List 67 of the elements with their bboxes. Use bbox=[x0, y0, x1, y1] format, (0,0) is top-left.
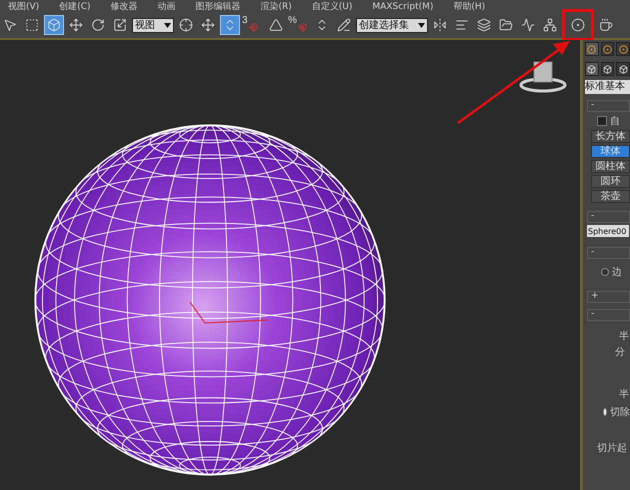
object-type-button[interactable]: 圆环 bbox=[591, 175, 630, 188]
shape-icon bbox=[618, 64, 628, 74]
checkbox[interactable] bbox=[597, 116, 607, 126]
menu-item[interactable]: 帮助(H) bbox=[453, 2, 486, 12]
category-button[interactable] bbox=[616, 62, 630, 76]
schematic-icon bbox=[543, 18, 557, 32]
menu-item[interactable]: 创建(C) bbox=[59, 2, 90, 12]
rotate-icon bbox=[91, 18, 105, 32]
scale-icon bbox=[113, 18, 127, 32]
tab-icon bbox=[587, 44, 596, 54]
selection-dropdown[interactable]: 视图 bbox=[132, 18, 174, 32]
name-field[interactable]: Sphere00 bbox=[587, 225, 629, 237]
snap-toggle[interactable]: % bbox=[288, 15, 310, 35]
menu-item[interactable]: 动画 bbox=[158, 2, 176, 12]
select-arrow-icon bbox=[3, 18, 17, 32]
radio-label: 切除 bbox=[610, 406, 630, 419]
tab-icon bbox=[603, 44, 612, 54]
radio-button[interactable] bbox=[603, 408, 607, 416]
panel-tab[interactable] bbox=[600, 42, 614, 56]
rollout-header[interactable]: - bbox=[587, 247, 630, 259]
parameter-label: 分 bbox=[614, 346, 626, 359]
category-dropdown[interactable]: 标准基本 bbox=[585, 80, 630, 94]
rollout-header[interactable]: - bbox=[587, 309, 630, 321]
angle-snap-icon bbox=[269, 18, 283, 32]
pencil-icon bbox=[337, 18, 351, 32]
parameter-label: 切片起 bbox=[596, 442, 628, 455]
checkbox-label: 自 bbox=[610, 115, 620, 128]
object-type-button[interactable]: 长方体 bbox=[591, 130, 630, 143]
crosshair-icon bbox=[179, 18, 193, 32]
rollout-header[interactable]: - bbox=[587, 100, 630, 112]
parameter-label: 半 bbox=[618, 330, 630, 343]
snap-toggle[interactable]: 3 bbox=[242, 15, 264, 35]
move-icon bbox=[69, 18, 83, 32]
category-button[interactable] bbox=[585, 62, 599, 76]
viewcube-icon[interactable] bbox=[520, 62, 566, 92]
tab-icon bbox=[618, 44, 628, 54]
region-select-icon bbox=[25, 18, 39, 32]
caret-icon bbox=[164, 22, 171, 28]
menu-item[interactable]: 自定义(U) bbox=[312, 2, 352, 12]
selection-dropdown[interactable]: 创建选择集 bbox=[356, 18, 428, 32]
magnet-icon bbox=[248, 23, 258, 32]
rollout-header[interactable]: - bbox=[587, 211, 630, 223]
magnet-icon bbox=[298, 23, 307, 32]
layers-icon bbox=[477, 18, 491, 32]
menu-item[interactable]: 图形编辑器 bbox=[196, 2, 240, 12]
menu-item[interactable]: 视图(V) bbox=[8, 2, 40, 12]
menu-item[interactable]: 修改器 bbox=[110, 2, 138, 12]
category-button[interactable] bbox=[600, 62, 614, 76]
shape-icon bbox=[587, 64, 596, 74]
panel-tab[interactable] bbox=[616, 42, 630, 56]
cube-icon bbox=[47, 18, 61, 32]
align-icon bbox=[455, 18, 469, 32]
parameter-label: 半 bbox=[618, 388, 630, 401]
menu-item[interactable]: 渲染(R) bbox=[260, 2, 292, 12]
curve-icon bbox=[521, 18, 535, 32]
panel-tab[interactable] bbox=[585, 42, 599, 56]
mirror-icon bbox=[433, 18, 447, 32]
object-type-button[interactable]: 茶壶 bbox=[591, 190, 630, 203]
move-arrows-icon bbox=[201, 18, 215, 32]
menu-item[interactable]: MAXScript(M) bbox=[372, 2, 434, 12]
folder-icon bbox=[499, 18, 513, 32]
caret-icon bbox=[418, 22, 425, 28]
radio-button[interactable] bbox=[601, 268, 609, 276]
shape-icon bbox=[603, 64, 612, 74]
object-type-button[interactable]: 圆柱体 bbox=[591, 160, 630, 173]
rollout-header[interactable]: + bbox=[587, 291, 630, 303]
radio-label: 边 bbox=[612, 266, 622, 279]
